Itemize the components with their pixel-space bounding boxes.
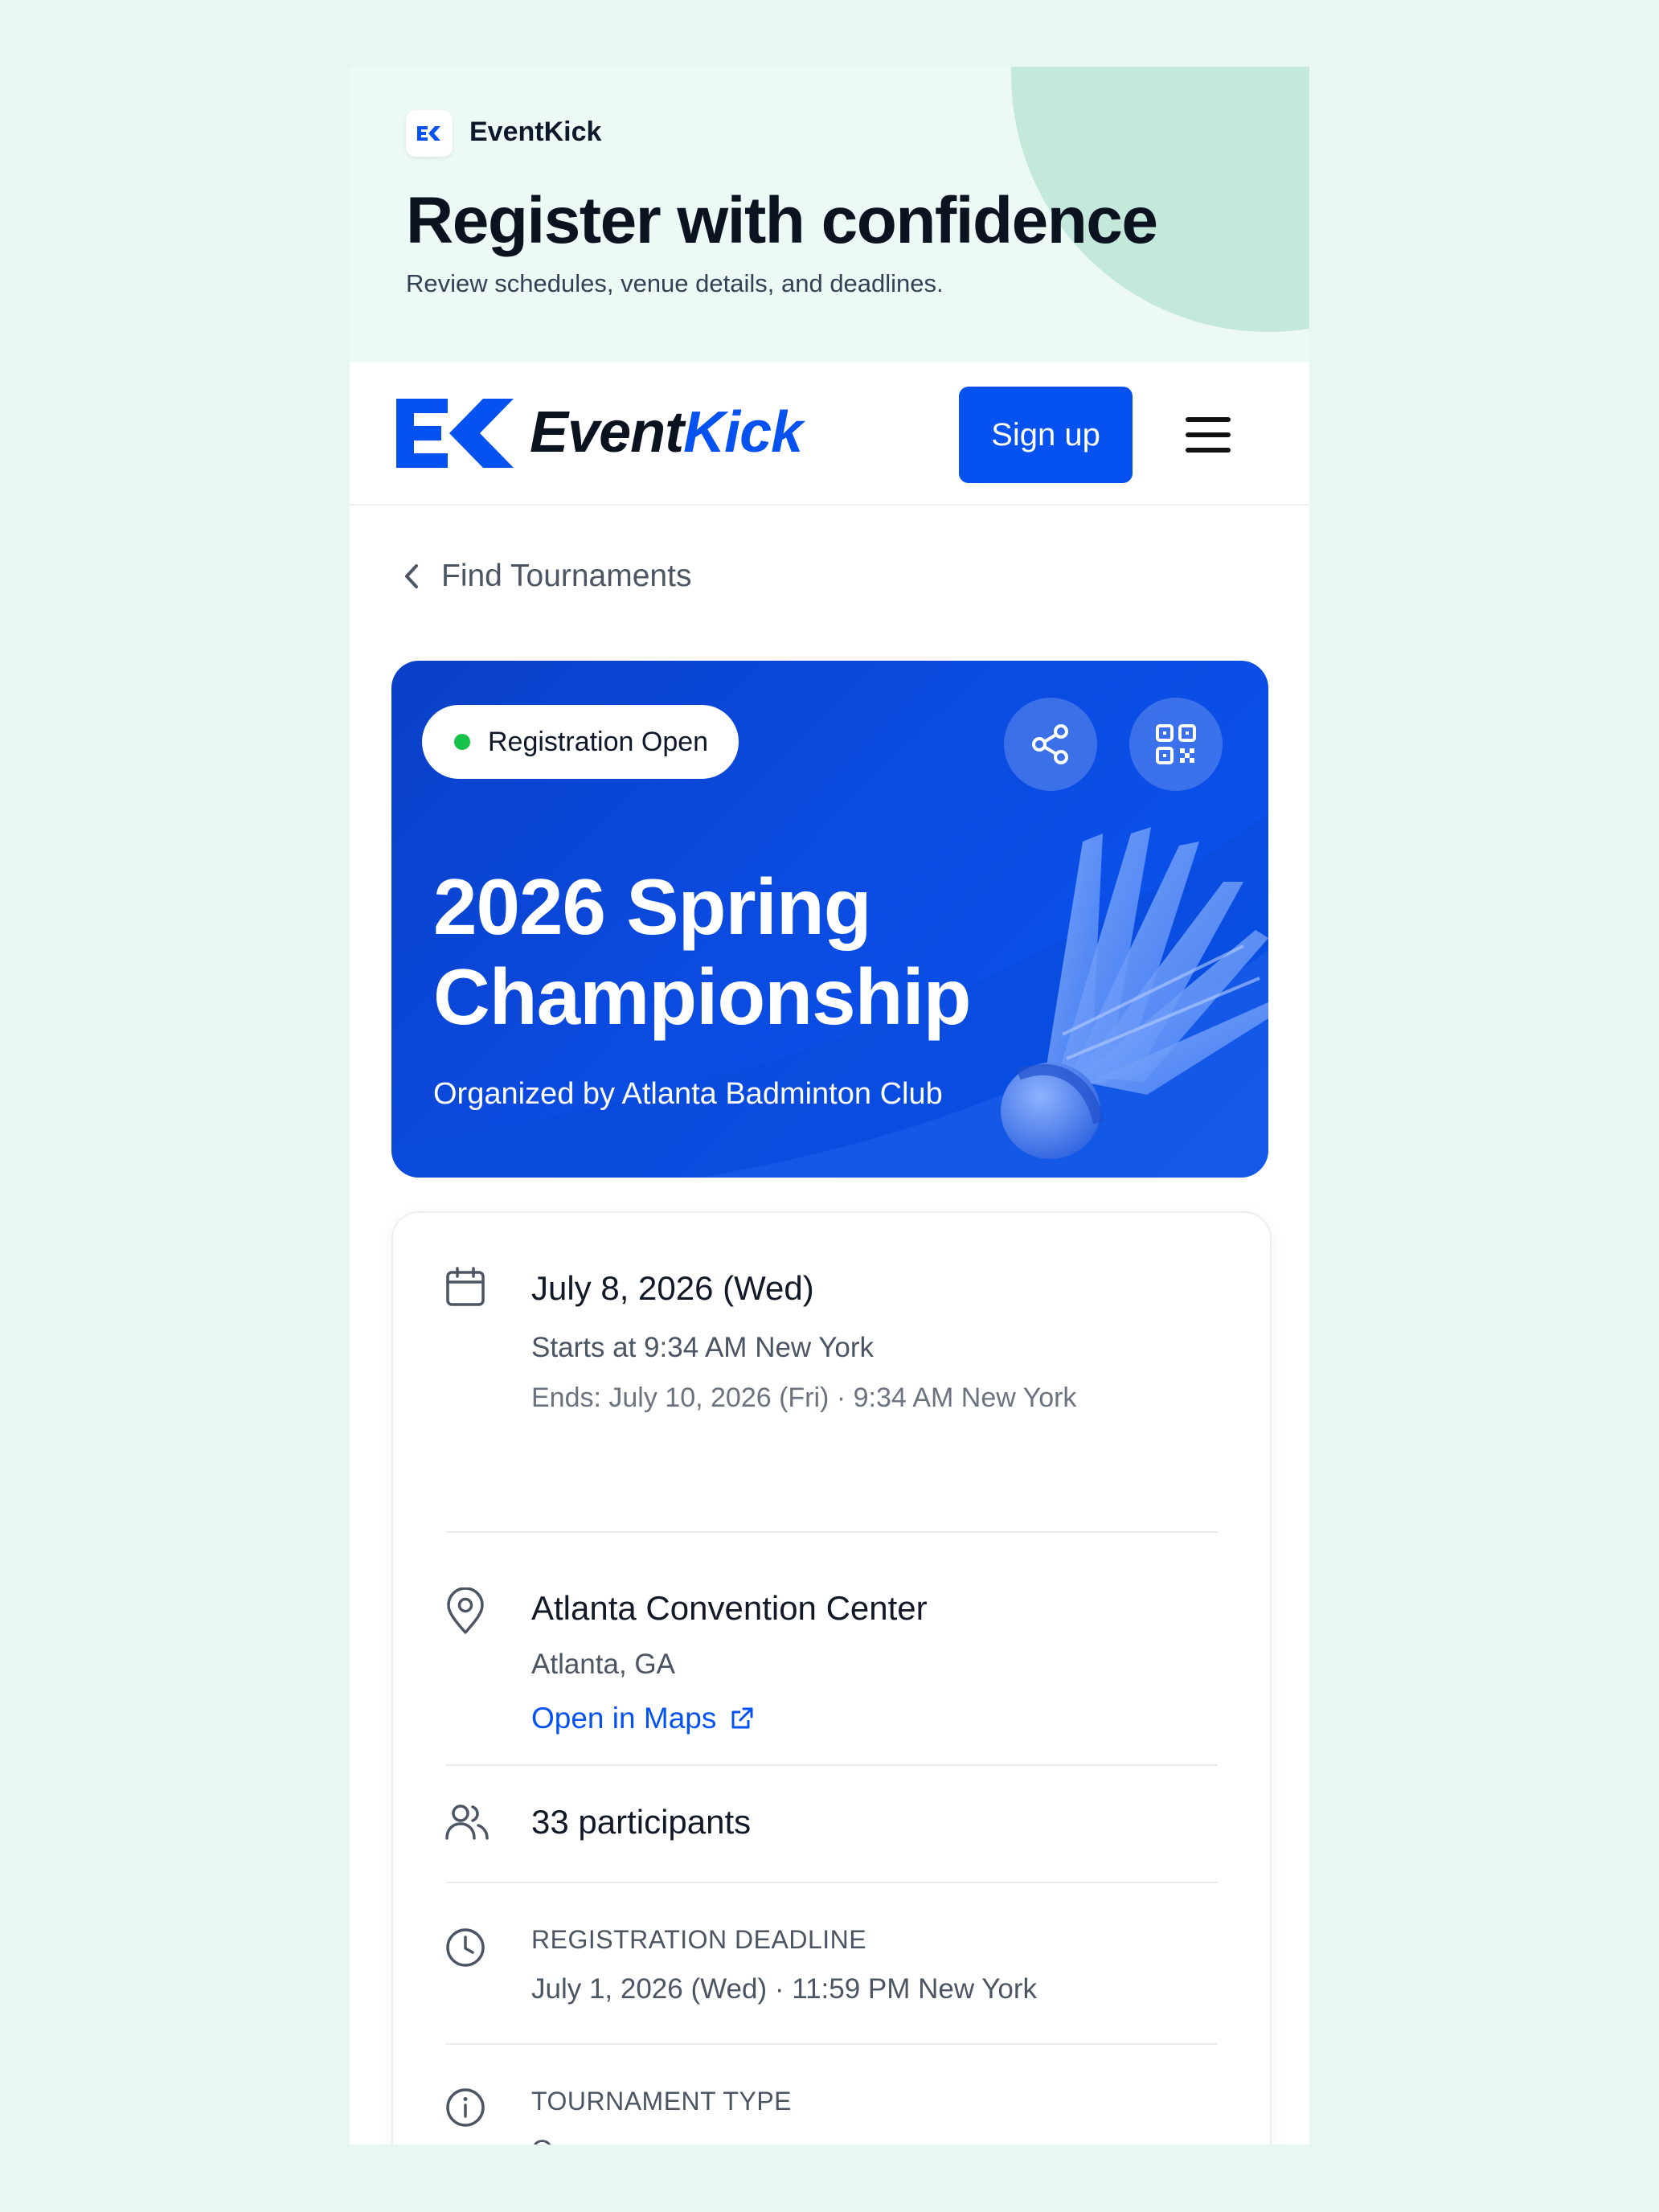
chevron-left-icon — [405, 564, 418, 588]
eventkick-logo-icon[interactable] — [396, 399, 517, 468]
phone-screen: EventKick Register with confidence Revie… — [350, 67, 1309, 2144]
qr-code-button[interactable] — [1129, 698, 1223, 791]
divider — [446, 1882, 1218, 1883]
brand-wordmark[interactable]: EventKick — [530, 399, 803, 465]
breadcrumb-label: Find Tournaments — [441, 559, 692, 593]
promo-title: Register with confidence — [406, 184, 1158, 257]
participants-count: 33 participants — [531, 1803, 752, 1841]
deadline-value: July 1, 2026 (Wed) · 11:59 PM New York — [531, 1973, 1038, 2005]
brand-event: Event — [530, 400, 684, 465]
venue-name: Atlanta Convention Center — [531, 1589, 928, 1627]
promo-subtitle: Review schedules, venue details, and dea… — [406, 269, 944, 297]
organizer-label: Organized by Atlanta Badminton Club — [433, 1077, 943, 1111]
back-to-find-tournaments[interactable]: Find Tournaments — [403, 559, 691, 594]
top-nav: EventKick Sign up — [350, 363, 1309, 506]
share-icon — [1032, 724, 1068, 764]
signup-button[interactable]: Sign up — [959, 387, 1133, 483]
divider — [446, 2043, 1218, 2045]
event-date: July 8, 2026 (Wed) — [531, 1269, 814, 1307]
deadline-label: REGISTRATION DEADLINE — [531, 1925, 867, 1954]
promo-header: EventKick Register with confidence Revie… — [350, 67, 1309, 363]
info-icon — [446, 2088, 485, 2127]
tournament-title: 2026 Spring Championship — [433, 862, 972, 1042]
qr-code-icon — [1156, 724, 1196, 764]
external-link-icon — [731, 1707, 753, 1729]
venue-city: Atlanta, GA — [531, 1649, 675, 1680]
open-in-maps-label: Open in Maps — [531, 1702, 717, 1735]
status-badge: Registration Open — [422, 705, 739, 779]
hamburger-icon[interactable] — [1186, 417, 1231, 453]
divider — [446, 1531, 1218, 1533]
clock-icon — [446, 1928, 485, 1967]
calendar-icon — [446, 1267, 485, 1306]
tournament-title-line1: 2026 Spring — [433, 862, 872, 951]
promo-brand-name: EventKick — [469, 117, 602, 147]
map-pin-icon — [447, 1587, 484, 1634]
tournament-details-card: July 8, 2026 (Wed) Starts at 9:34 AM New… — [391, 1211, 1272, 2144]
brand-kick: Kick — [683, 400, 803, 465]
shuttlecock-icon — [1001, 827, 1268, 1159]
tournament-type-label: TOURNAMENT TYPE — [531, 2087, 792, 2116]
tournament-title-line2: Championship — [433, 952, 972, 1041]
share-button[interactable] — [1004, 698, 1097, 791]
tournament-type-value: Open — [531, 2135, 600, 2144]
event-start-time: Starts at 9:34 AM New York — [531, 1332, 875, 1363]
users-icon — [445, 1804, 489, 1840]
eventkick-logo-icon — [406, 110, 453, 157]
divider — [446, 1764, 1218, 1766]
open-in-maps-link[interactable]: Open in Maps — [531, 1702, 755, 1735]
event-end-time: Ends: July 10, 2026 (Fri) · 9:34 AM New … — [531, 1382, 1077, 1413]
status-badge-label: Registration Open — [488, 726, 709, 757]
status-dot — [454, 734, 470, 750]
tournament-hero-card: Registration Open 2026 Spring Championsh… — [391, 661, 1268, 1178]
